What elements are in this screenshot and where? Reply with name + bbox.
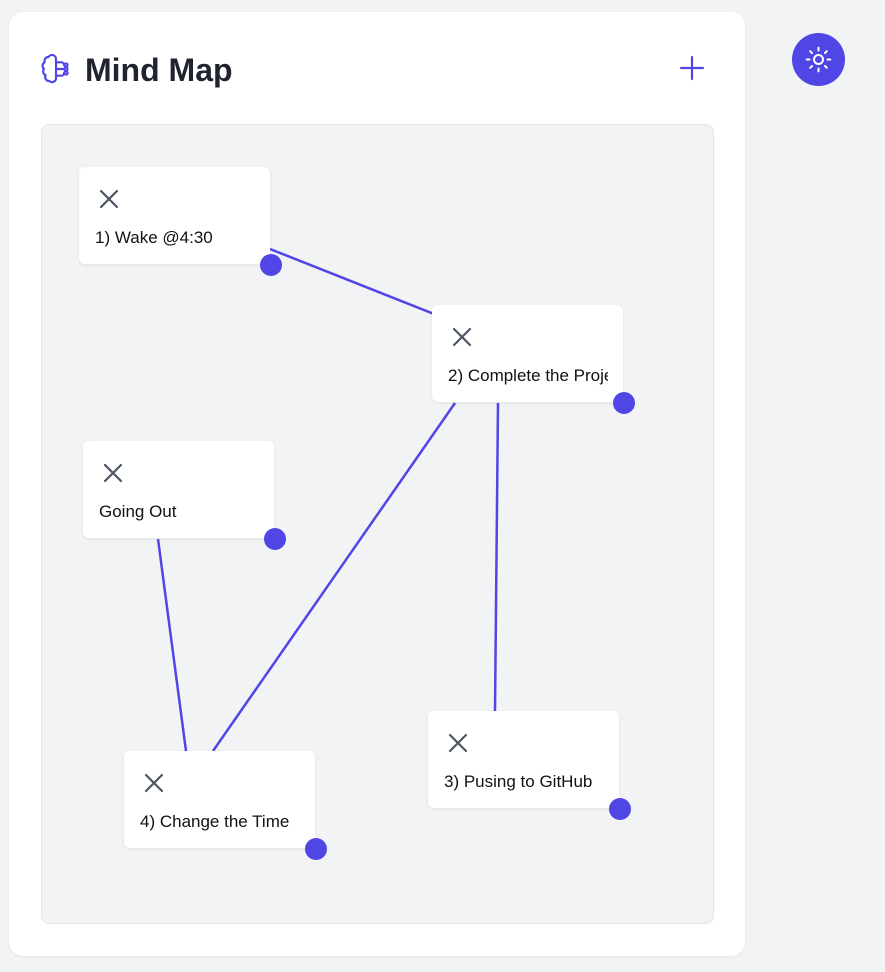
close-icon[interactable] xyxy=(102,462,124,484)
node-label[interactable]: 1) Wake @4:30 xyxy=(95,227,255,249)
connect-handle[interactable] xyxy=(305,838,327,860)
connect-handle[interactable] xyxy=(260,254,282,276)
page-title: Mind Map xyxy=(85,52,233,88)
brain-icon xyxy=(41,53,69,84)
close-icon[interactable] xyxy=(447,732,469,754)
mind-map-node[interactable]: Going Out xyxy=(83,441,274,538)
theme-toggle-button[interactable] xyxy=(792,33,845,86)
close-icon[interactable] xyxy=(143,772,165,794)
mind-map-node[interactable]: 4) Change the Time xyxy=(124,751,315,848)
sun-icon xyxy=(805,46,832,73)
mind-map-node[interactable]: 2) Complete the Project xyxy=(432,305,623,402)
connect-handle[interactable] xyxy=(613,392,635,414)
node-label[interactable]: 3) Pusing to GitHub xyxy=(444,771,604,793)
connect-handle[interactable] xyxy=(264,528,286,550)
node-label[interactable]: 4) Change the Time xyxy=(140,811,300,833)
close-icon[interactable] xyxy=(98,188,120,210)
mind-map-node[interactable]: 1) Wake @4:30 xyxy=(79,167,270,264)
node-label[interactable]: 2) Complete the Project xyxy=(448,365,608,387)
mind-map-node[interactable]: 3) Pusing to GitHub xyxy=(428,711,619,808)
connect-handle[interactable] xyxy=(609,798,631,820)
close-icon[interactable] xyxy=(451,326,473,348)
node-label[interactable]: Going Out xyxy=(99,501,259,523)
add-node-button[interactable] xyxy=(676,52,708,84)
